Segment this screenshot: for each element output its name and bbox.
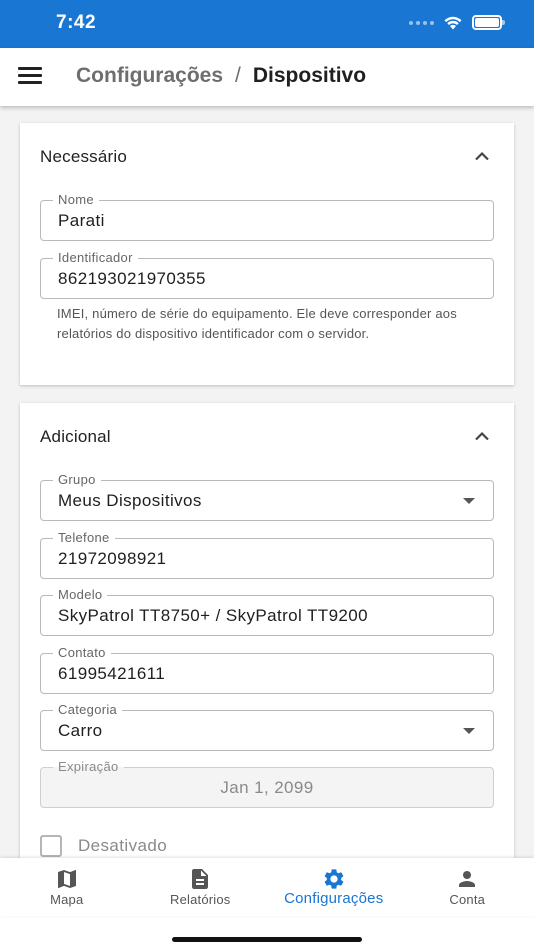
field-label: Telefone: [53, 531, 115, 545]
nav-item-configuracoes[interactable]: Configurações: [267, 858, 401, 916]
status-bar: 7:42: [0, 0, 534, 48]
person-icon: [459, 871, 476, 887]
dropdown-arrow-icon: [463, 728, 475, 734]
field-value: SkyPatrol TT8750+ / SkyPatrol TT9200: [58, 606, 368, 625]
home-indicator-area: [0, 916, 534, 950]
section-adicional: Adicional Grupo Meus Dispositivos Telefo…: [20, 403, 514, 858]
expiracao-field: Expiração Jan 1, 2099: [40, 760, 494, 808]
modelo-field[interactable]: Modelo SkyPatrol TT8750+ / SkyPatrol TT9…: [40, 588, 494, 636]
desativado-checkbox-row[interactable]: Desativado: [40, 833, 167, 858]
field-value: Carro: [58, 721, 103, 740]
breadcrumb-separator: /: [235, 64, 241, 87]
app-bar: Configurações / Dispositivo: [0, 48, 534, 106]
home-indicator[interactable]: [172, 937, 362, 942]
status-icons: [409, 15, 505, 30]
section-title: Adicional: [40, 427, 111, 446]
grupo-select[interactable]: Grupo Meus Dispositivos: [40, 473, 494, 521]
field-label: Nome: [53, 193, 99, 207]
document-icon: [192, 869, 209, 889]
nav-label: Mapa: [50, 892, 84, 907]
field-label: Grupo: [53, 473, 101, 487]
signal-icon: [409, 20, 434, 25]
telefone-field[interactable]: Telefone 21972098921: [40, 531, 494, 579]
field-value: Meus Dispositivos: [58, 491, 202, 510]
nav-label: Conta: [449, 892, 486, 907]
field-label: Contato: [53, 646, 111, 660]
status-time: 7:42: [56, 12, 97, 33]
nome-field[interactable]: Nome Parati: [40, 193, 494, 241]
nav-item-relatorios[interactable]: Relatórios: [134, 858, 268, 916]
section-necessario-header[interactable]: Necessário: [20, 123, 514, 191]
breadcrumb-parent[interactable]: Configurações: [76, 64, 223, 88]
map-icon: [57, 870, 76, 888]
form-content[interactable]: Necessário Nome Parati Identificador 862…: [0, 106, 534, 858]
page-title: Dispositivo: [252, 64, 367, 87]
menu-icon[interactable]: [18, 67, 42, 87]
bottom-nav: Mapa Relatórios Configurações Conta: [0, 858, 534, 916]
field-value: Parati: [58, 211, 105, 230]
section-title: Necessário: [40, 147, 128, 166]
contato-field[interactable]: Contato 61995421611: [40, 646, 494, 694]
field-label: Expiração: [53, 760, 124, 774]
field-label: Identificador: [53, 251, 138, 265]
identificador-field[interactable]: Identificador 862193021970355: [40, 251, 494, 299]
identificador-helper-text: IMEI, número de série do equipamento. El…: [57, 306, 457, 341]
section-necessario: Necessário Nome Parati Identificador 862…: [20, 123, 514, 385]
breadcrumb: Configurações / Dispositivo: [76, 64, 366, 88]
section-adicional-header[interactable]: Adicional: [20, 403, 514, 471]
gear-icon: [324, 869, 344, 889]
field-value: Jan 1, 2099: [220, 778, 314, 797]
dropdown-arrow-icon: [463, 498, 475, 504]
categoria-select[interactable]: Categoria Carro: [40, 703, 494, 751]
nav-item-conta[interactable]: Conta: [401, 858, 534, 916]
wifi-icon: [444, 16, 462, 30]
battery-icon: [472, 15, 505, 30]
nav-item-mapa[interactable]: Mapa: [0, 858, 134, 916]
field-label: Modelo: [53, 588, 108, 602]
field-value: 21972098921: [58, 549, 167, 568]
nav-label: Configurações: [284, 890, 384, 907]
field-value: 862193021970355: [58, 269, 206, 288]
chevron-up-icon: [475, 151, 489, 161]
field-label: Categoria: [53, 703, 123, 717]
field-value: 61995421611: [58, 664, 166, 683]
desativado-checkbox[interactable]: [40, 835, 62, 857]
checkbox-label: Desativado: [78, 836, 168, 855]
nav-label: Relatórios: [169, 892, 231, 907]
chevron-up-icon: [475, 431, 489, 441]
